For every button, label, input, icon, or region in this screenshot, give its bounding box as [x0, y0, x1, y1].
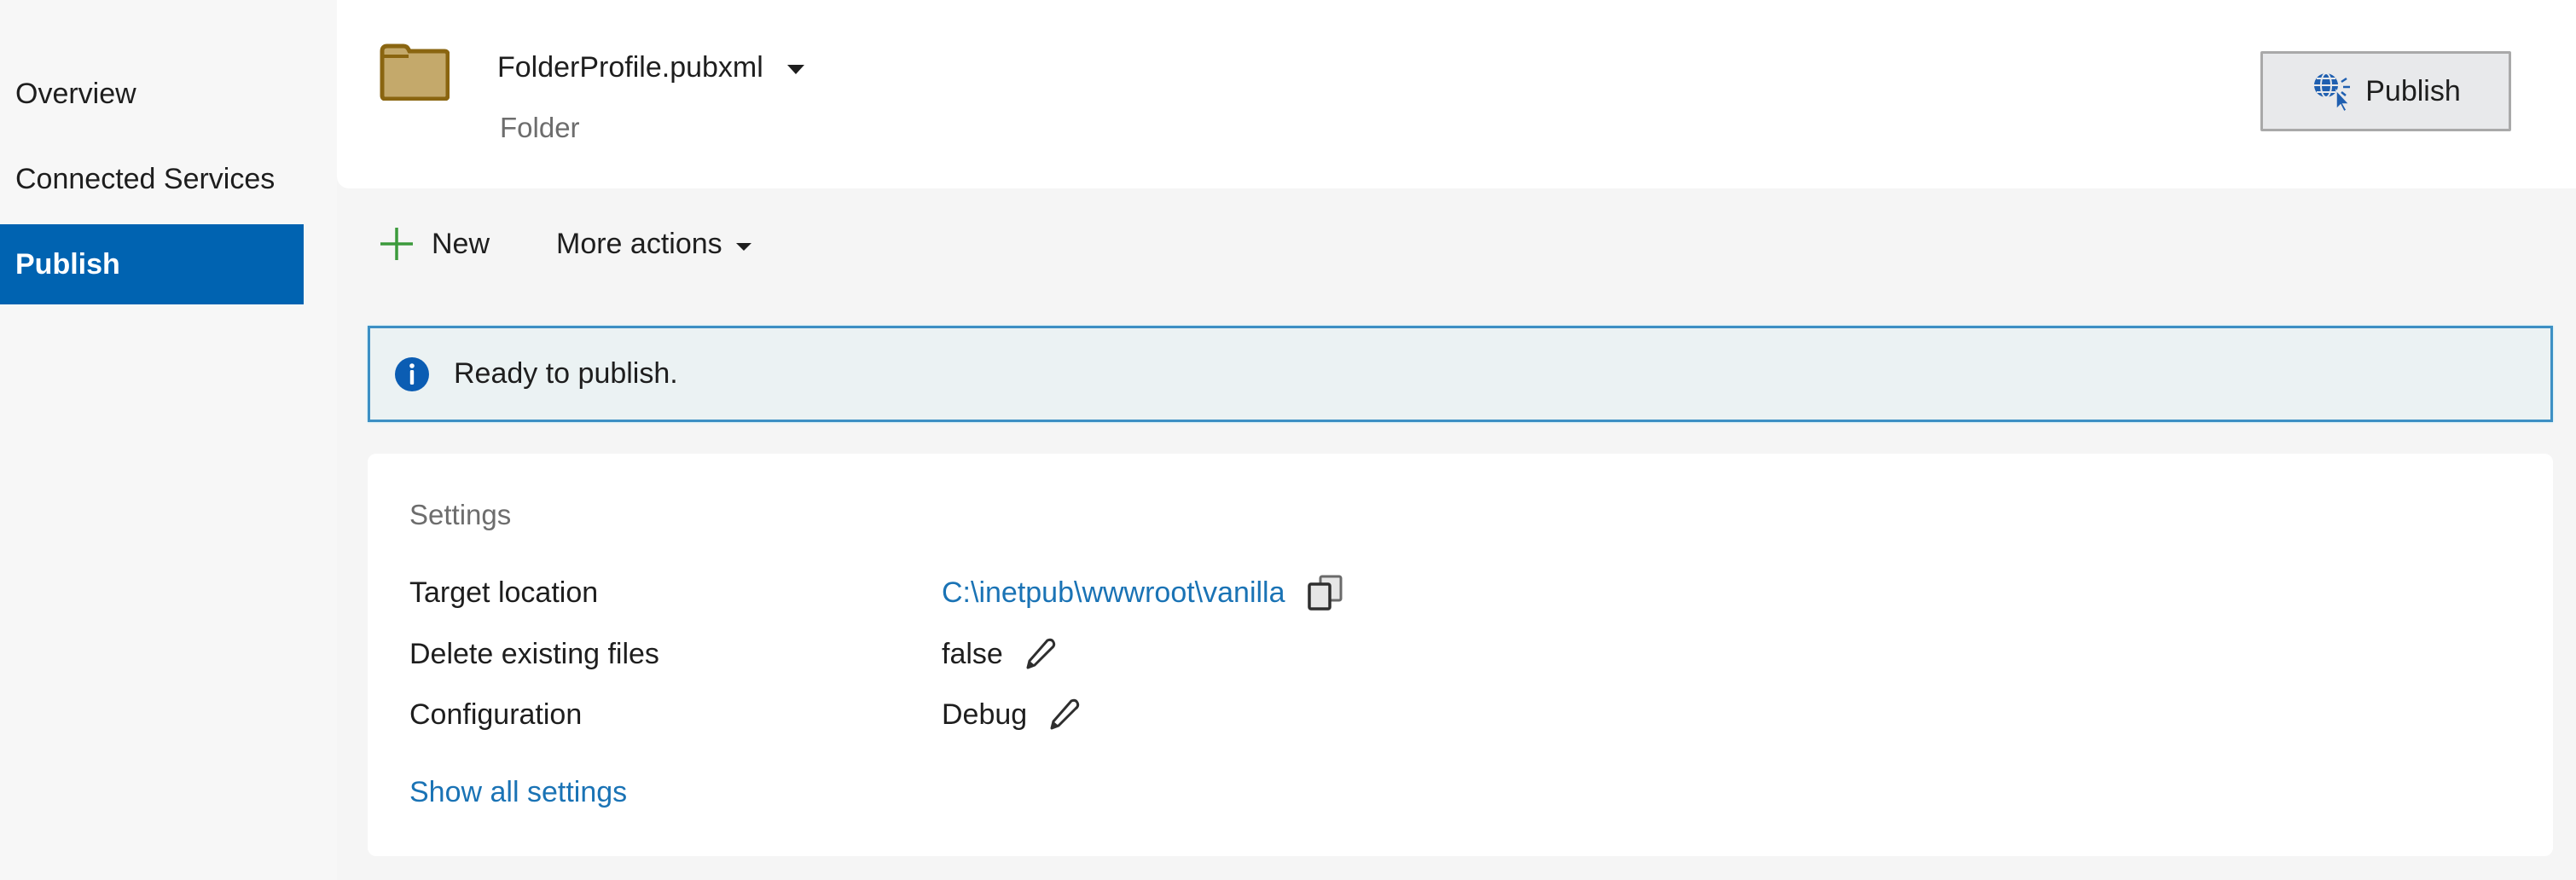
setting-row-delete-existing-files: Delete existing files false: [409, 633, 1058, 675]
profile-selector[interactable]: FolderProfile.pubxml: [497, 48, 804, 87]
profile-name: FolderProfile.pubxml: [497, 51, 763, 84]
setting-label: Target location: [409, 576, 599, 609]
more-actions-label: More actions: [556, 227, 722, 260]
sidebar-item-overview[interactable]: Overview: [0, 54, 304, 134]
publish-button-label: Publish: [2365, 74, 2461, 107]
sidebar-item-publish[interactable]: Publish: [0, 224, 304, 304]
target-location-link[interactable]: C:\inetpub\wwwroot\vanilla: [942, 576, 1285, 610]
chevron-down-icon: [735, 242, 751, 251]
publish-button[interactable]: Publish: [2260, 51, 2511, 131]
folder-icon: [380, 43, 450, 101]
new-label: New: [432, 227, 490, 260]
setting-label: Delete existing files: [409, 637, 659, 670]
setting-row-target-location: Target location C:\inetpub\wwwroot\vanil…: [409, 571, 1345, 614]
sidebar: Overview Connected Services Publish: [0, 0, 337, 880]
setting-value: Debug: [942, 698, 1028, 731]
plus-icon: [380, 228, 413, 260]
settings-card: Settings Target location C:\inetpub\wwwr…: [368, 454, 2553, 856]
profile-type: Folder: [500, 112, 580, 143]
globe-cursor-icon: [2314, 72, 2351, 113]
info-icon: [395, 356, 429, 391]
copy-icon[interactable]: [1306, 574, 1345, 611]
edit-pencil-icon[interactable]: [1047, 698, 1082, 732]
status-message: Ready to publish.: [454, 357, 678, 390]
status-info-bar: Ready to publish.: [368, 326, 2553, 422]
profile-header: [337, 0, 2576, 188]
edit-pencil-icon[interactable]: [1024, 637, 1058, 671]
setting-row-configuration: Configuration Debug: [409, 693, 1082, 736]
chevron-down-icon: [786, 64, 804, 74]
setting-value: false: [942, 637, 1003, 670]
setting-label: Configuration: [409, 698, 583, 731]
new-profile-button[interactable]: New: [379, 222, 490, 266]
settings-title: Settings: [409, 499, 512, 530]
show-all-settings-link[interactable]: Show all settings: [409, 776, 627, 809]
more-actions-dropdown[interactable]: More actions: [556, 222, 751, 266]
sidebar-item-connected-services[interactable]: Connected Services: [0, 139, 304, 219]
